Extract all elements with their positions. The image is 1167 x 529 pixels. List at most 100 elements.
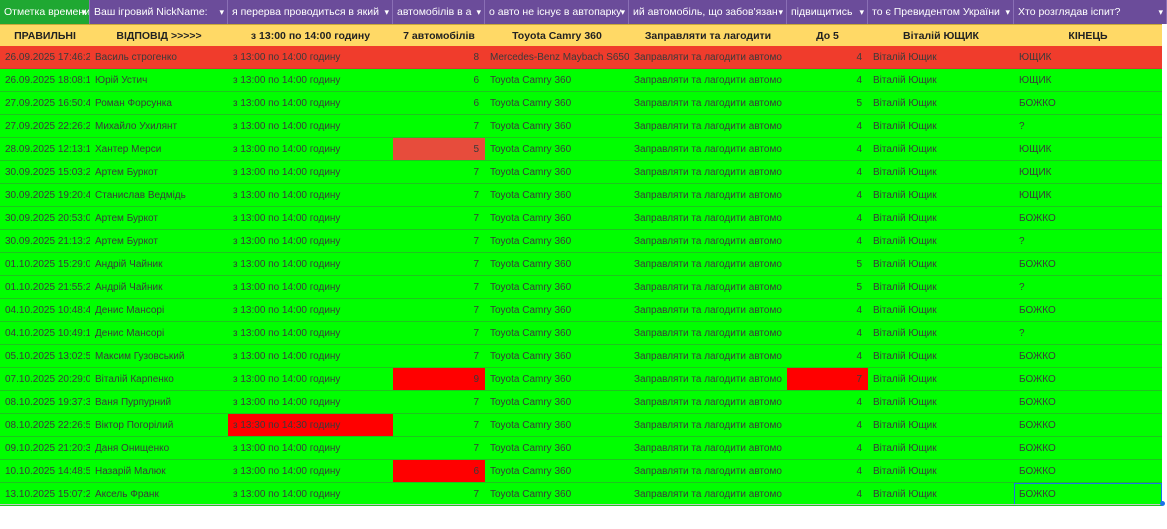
correct-answer-cell[interactable]: Toyota Camry 360 (485, 25, 629, 47)
cell-ts[interactable]: 10.10.2025 14:48:5 (0, 460, 90, 482)
cell-cars[interactable]: 6 (393, 69, 485, 91)
column-header-0[interactable]: Отметка времени ▾ (0, 0, 90, 24)
cell-model[interactable]: Toyota Camry 360 (485, 276, 629, 298)
cell-pres[interactable]: Віталій Ющик (868, 483, 1014, 505)
chevron-down-icon[interactable]: ▾ (778, 0, 783, 24)
cell-pres[interactable]: Віталій Ющик (868, 253, 1014, 275)
cell-model[interactable]: Toyota Camry 360 (485, 368, 629, 390)
cell-ts[interactable]: 08.10.2025 22:26:5 (0, 414, 90, 436)
selection-fill-handle[interactable] (1160, 501, 1165, 506)
cell-time[interactable]: з 13:00 по 14:00 годину (228, 161, 393, 183)
cell-ts[interactable]: 01.10.2025 21:55:2 (0, 276, 90, 298)
cell-ts[interactable]: 30.09.2025 19:20:4 (0, 184, 90, 206)
column-header-2[interactable]: я перерва проводиться в який ▾ (228, 0, 393, 24)
chevron-down-icon[interactable]: ▾ (81, 0, 86, 24)
cell-duty[interactable]: Заправляти та лагодити автомо (629, 437, 787, 459)
cell-nick[interactable]: Віктор Погорілий (90, 414, 228, 436)
cell-cars[interactable]: 7 (393, 345, 485, 367)
cell-rank[interactable]: 4 (787, 391, 868, 413)
cell-duty[interactable]: Заправляти та лагодити автомо (629, 138, 787, 160)
cell-pres[interactable]: Віталій Ющик (868, 460, 1014, 482)
cell-nick[interactable]: Даня Онищенко (90, 437, 228, 459)
cell-duty[interactable]: Заправляти та лагодити автомо (629, 207, 787, 229)
cell-exam[interactable]: БОЖКО (1014, 253, 1162, 275)
cell-ts[interactable]: 07.10.2025 20:29:0 (0, 368, 90, 390)
correct-answer-cell[interactable]: Віталій ЮЩИК (868, 25, 1014, 47)
cell-rank[interactable]: 7 (787, 368, 868, 390)
cell-ts[interactable]: 04.10.2025 10:48:4 (0, 299, 90, 321)
cell-cars[interactable]: 7 (393, 161, 485, 183)
cell-model[interactable]: Toyota Camry 360 (485, 161, 629, 183)
cell-time[interactable]: з 13:00 по 14:00 годину (228, 138, 393, 160)
cell-cars[interactable]: 7 (393, 230, 485, 252)
cell-time[interactable]: з 13:30 по 14:30 годину (228, 414, 393, 436)
cell-pres[interactable]: Віталій Ющик (868, 368, 1014, 390)
cell-pres[interactable]: Віталій Ющик (868, 322, 1014, 344)
cell-rank[interactable]: 4 (787, 207, 868, 229)
cell-duty[interactable]: Заправляти та лагодити автомо (629, 184, 787, 206)
correct-answer-cell[interactable]: ВІДПОВІД >>>>> (90, 25, 228, 47)
cell-duty[interactable]: Заправляти та лагодити автомо (629, 345, 787, 367)
cell-time[interactable]: з 13:00 по 14:00 годину (228, 460, 393, 482)
cell-cars[interactable]: 8 (393, 46, 485, 68)
cell-ts[interactable]: 13.10.2025 15:07:2 (0, 483, 90, 505)
cell-nick[interactable]: Андрій Чайник (90, 276, 228, 298)
chevron-down-icon[interactable]: ▾ (1005, 0, 1010, 24)
cell-model[interactable]: Toyota Camry 360 (485, 322, 629, 344)
cell-nick[interactable]: Артем Буркот (90, 161, 228, 183)
cell-pres[interactable]: Віталій Ющик (868, 345, 1014, 367)
cell-model[interactable]: Toyota Camry 360 (485, 483, 629, 505)
cell-rank[interactable]: 4 (787, 69, 868, 91)
cell-time[interactable]: з 13:00 по 14:00 годину (228, 322, 393, 344)
cell-model[interactable]: Toyota Camry 360 (485, 460, 629, 482)
cell-duty[interactable]: Заправляти та лагодити автомо (629, 460, 787, 482)
column-header-8[interactable]: Хто розглядав іспит? ▾ (1014, 0, 1167, 24)
cell-ts[interactable]: 30.09.2025 20:53:0 (0, 207, 90, 229)
cell-cars[interactable]: 7 (393, 184, 485, 206)
cell-exam[interactable]: БОЖКО (1014, 460, 1162, 482)
cell-model[interactable]: Toyota Camry 360 (485, 92, 629, 114)
correct-answer-cell[interactable]: 7 автомобілів (393, 25, 485, 47)
cell-nick[interactable]: Юрій Устич (90, 69, 228, 91)
cell-time[interactable]: з 13:00 по 14:00 годину (228, 368, 393, 390)
cell-pres[interactable]: Віталій Ющик (868, 230, 1014, 252)
cell-pres[interactable]: Віталій Ющик (868, 46, 1014, 68)
cell-nick[interactable]: Денис Мансорі (90, 322, 228, 344)
cell-exam[interactable]: БОЖКО (1014, 299, 1162, 321)
chevron-down-icon[interactable]: ▾ (219, 0, 224, 24)
cell-rank[interactable]: 4 (787, 460, 868, 482)
cell-rank[interactable]: 4 (787, 483, 868, 505)
cell-nick[interactable]: Артем Буркот (90, 230, 228, 252)
cell-exam[interactable]: БОЖКО (1014, 414, 1162, 436)
column-header-7[interactable]: то є Превидентом України ▾ (868, 0, 1014, 24)
correct-answer-cell[interactable]: КІНЕЦЬ (1014, 25, 1162, 47)
cell-model[interactable]: Toyota Camry 360 (485, 253, 629, 275)
cell-nick[interactable]: Роман Форсунка (90, 92, 228, 114)
correct-answer-cell[interactable]: Заправляти та лагодити (629, 25, 787, 47)
cell-duty[interactable]: Заправляти та лагодити автомо (629, 230, 787, 252)
cell-rank[interactable]: 4 (787, 230, 868, 252)
cell-cars[interactable]: 9 (393, 368, 485, 390)
cell-ts[interactable]: 08.10.2025 19:37:3 (0, 391, 90, 413)
column-header-4[interactable]: о авто не існує в автопарку ▾ (485, 0, 629, 24)
cell-ts[interactable]: 30.09.2025 15:03:2 (0, 161, 90, 183)
cell-ts[interactable]: 28.09.2025 12:13:1 (0, 138, 90, 160)
cell-time[interactable]: з 13:00 по 14:00 годину (228, 207, 393, 229)
cell-duty[interactable]: Заправляти та лагодити автомо (629, 46, 787, 68)
cell-duty[interactable]: Заправляти та лагодити автомо (629, 414, 787, 436)
cell-model[interactable]: Toyota Camry 360 (485, 184, 629, 206)
cell-duty[interactable]: Заправляти та лагодити автомо (629, 483, 787, 505)
cell-model[interactable]: Mercedes-Benz Maybach S650 (485, 46, 629, 68)
chevron-down-icon[interactable]: ▾ (1158, 0, 1163, 24)
cell-pres[interactable]: Віталій Ющик (868, 69, 1014, 91)
cell-rank[interactable]: 4 (787, 115, 868, 137)
cell-pres[interactable]: Віталій Ющик (868, 115, 1014, 137)
cell-rank[interactable]: 4 (787, 299, 868, 321)
cell-time[interactable]: з 13:00 по 14:00 годину (228, 483, 393, 505)
cell-ts[interactable]: 05.10.2025 13:02:5 (0, 345, 90, 367)
cell-nick[interactable]: Назарій Малюк (90, 460, 228, 482)
cell-time[interactable]: з 13:00 по 14:00 годину (228, 345, 393, 367)
cell-nick[interactable]: Артем Буркот (90, 207, 228, 229)
column-header-1[interactable]: Ваш ігровий NickName: ▾ (90, 0, 228, 24)
cell-nick[interactable]: Денис Мансорі (90, 299, 228, 321)
